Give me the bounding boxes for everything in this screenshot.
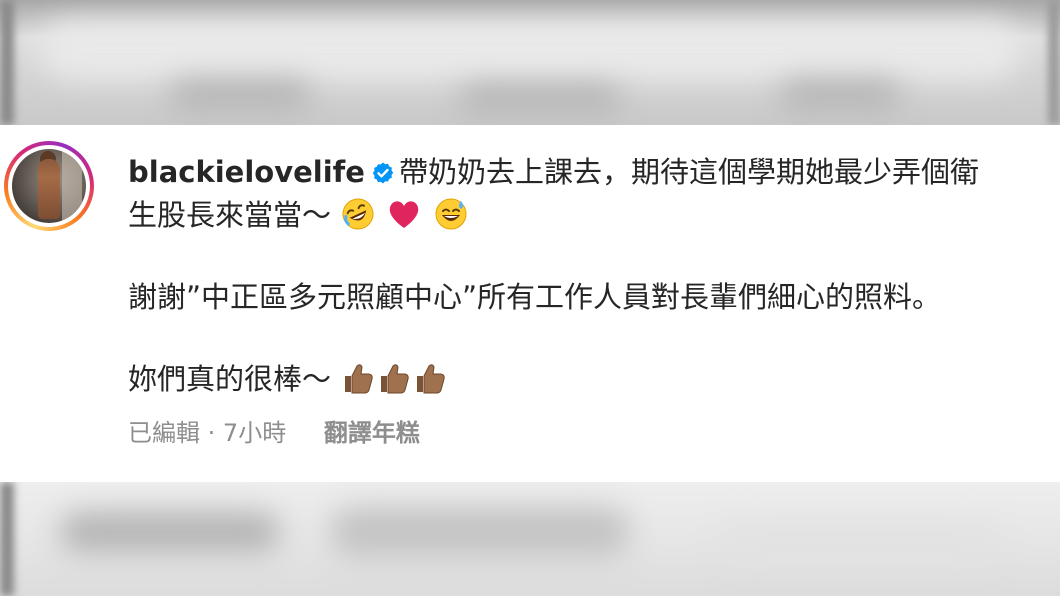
blurred-background-bottom — [0, 482, 1060, 596]
caption-paragraph-2: 謝謝”中正區多元照顧中心”所有工作人員對長輩們細心的照料。 — [128, 280, 942, 314]
grinning-sweat-emoji-icon — [435, 198, 467, 230]
thumbs-up-emoji-icon — [345, 364, 373, 394]
rolling-laughing-emoji-icon — [342, 198, 374, 230]
timestamp[interactable]: 7小時 — [223, 413, 286, 448]
caption-line-2: 生股長來當當～ — [128, 198, 332, 232]
meta-separator: · — [207, 419, 216, 447]
caption-line-1: 帶奶奶去上課去，期待這個學期她最少弄個衛 — [398, 155, 979, 189]
thumbs-up-emoji-icon — [417, 364, 445, 394]
comment-meta: 已編輯 · 7小時 翻譯年糕 — [128, 413, 420, 448]
red-heart-emoji-icon — [390, 201, 419, 228]
thumbs-up-emoji-icon — [381, 364, 409, 394]
avatar[interactable] — [12, 149, 86, 223]
edited-label: 已編輯 — [128, 419, 200, 447]
verified-badge-icon — [372, 162, 394, 184]
caption-paragraph-1: blackielovelife 帶奶奶去上課去，期待這個學期她最少弄個衛 生股長… — [128, 151, 1048, 237]
avatar-story-ring[interactable] — [4, 141, 94, 231]
username-link[interactable]: blackielovelife — [128, 155, 365, 189]
caption-paragraph-3: 妳們真的很棒～ — [128, 358, 1048, 401]
comment-body: blackielovelife 帶奶奶去上課去，期待這個學期她最少弄個衛 生股長… — [128, 151, 1048, 401]
blurred-background-top — [0, 0, 1060, 125]
caption-line-praise: 妳們真的很棒～ — [128, 362, 332, 396]
translate-button[interactable]: 翻譯年糕 — [324, 413, 420, 448]
comment-card: blackielovelife 帶奶奶去上課去，期待這個學期她最少弄個衛 生股長… — [0, 125, 1060, 482]
